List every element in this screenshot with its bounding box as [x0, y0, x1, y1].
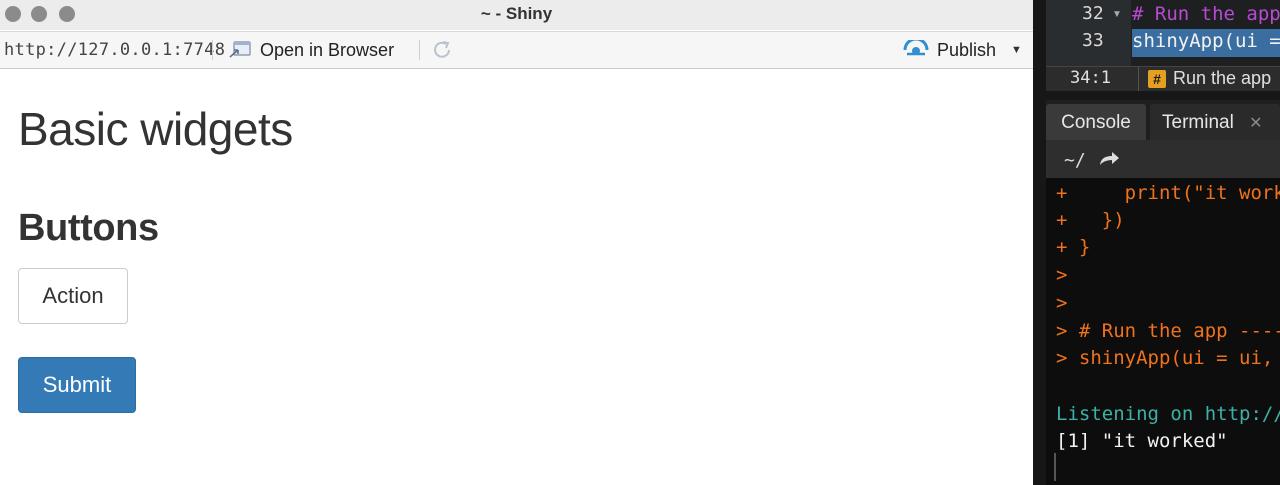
fold-arrow-icon[interactable]: ▼	[1112, 9, 1122, 20]
console-line: >	[1056, 292, 1068, 314]
console-line: > shinyApp(ui = ui, server = server)	[1056, 347, 1274, 369]
console-line: Listening on http://127.0.0.1:7748	[1056, 403, 1280, 425]
console-line: + }	[1056, 236, 1091, 258]
submit-button[interactable]: Submit	[18, 357, 136, 413]
section-navigator[interactable]: Run the app	[1173, 68, 1271, 89]
section-hash-icon: #	[1148, 70, 1166, 88]
code-line[interactable]: # Run the app	[1132, 3, 1280, 25]
tab-console[interactable]: Console	[1046, 104, 1146, 140]
close-icon[interactable]: ✕	[1249, 115, 1262, 132]
viewer-toolbar: http://127.0.0.1:7748 Open in Browser Pu…	[0, 31, 1033, 69]
rstudio-panes: 32 ▼ 33 # Run the app shinyApp(ui = 34:1…	[1033, 0, 1280, 485]
console-line: + })	[1056, 209, 1125, 231]
console-path-bar: ~/	[1046, 140, 1280, 178]
shiny-viewer-window: ~ - Shiny http://127.0.0.1:7748 Open in …	[0, 0, 1033, 485]
status-divider	[1138, 67, 1139, 91]
open-in-browser-button[interactable]: Open in Browser	[228, 38, 394, 62]
editor-status-bar: 34:1 # Run the app	[1046, 66, 1280, 91]
console-tabs: Console Terminal ✕	[1046, 100, 1280, 140]
working-directory: ~/	[1064, 150, 1086, 171]
action-button[interactable]: Action	[18, 268, 128, 324]
open-in-browser-icon	[229, 41, 251, 58]
cursor-position: 34:1	[1070, 68, 1111, 88]
toolbar-divider	[212, 40, 213, 60]
go-to-directory-icon[interactable]	[1098, 151, 1120, 167]
title-bar: ~ - Shiny	[0, 0, 1033, 30]
console-line: [1] "it worked"	[1056, 430, 1228, 452]
tab-terminal[interactable]: Terminal ✕	[1150, 104, 1280, 140]
line-number: 33	[1082, 30, 1104, 51]
console-line: > # Run the app ----	[1056, 320, 1280, 342]
console-line: + print("it worked")	[1056, 182, 1280, 204]
source-editor[interactable]: 32 ▼ 33 # Run the app shinyApp(ui =	[1046, 0, 1280, 66]
line-number: 32	[1082, 3, 1104, 24]
console-line: >	[1056, 264, 1068, 286]
toolbar-divider	[419, 40, 420, 60]
code-line[interactable]: shinyApp(ui =	[1132, 30, 1280, 52]
publish-label: Publish	[937, 39, 997, 60]
section-heading: Buttons	[18, 207, 159, 249]
console-output[interactable]: + print("it worked") + }) + } > > > # Ru…	[1046, 178, 1280, 485]
publish-button[interactable]: Publish ▼	[902, 38, 1022, 62]
open-in-browser-label: Open in Browser	[260, 39, 395, 60]
chevron-down-icon[interactable]: ▼	[1011, 44, 1022, 56]
refresh-icon[interactable]	[430, 38, 454, 62]
publish-icon	[903, 40, 929, 56]
tab-console-label: Console	[1061, 112, 1131, 133]
tab-terminal-label: Terminal	[1162, 112, 1234, 133]
console-cursor	[1054, 453, 1056, 481]
window-title: ~ - Shiny	[480, 4, 553, 23]
url-field[interactable]: http://127.0.0.1:7748	[4, 40, 225, 60]
page-title: Basic widgets	[18, 103, 293, 155]
